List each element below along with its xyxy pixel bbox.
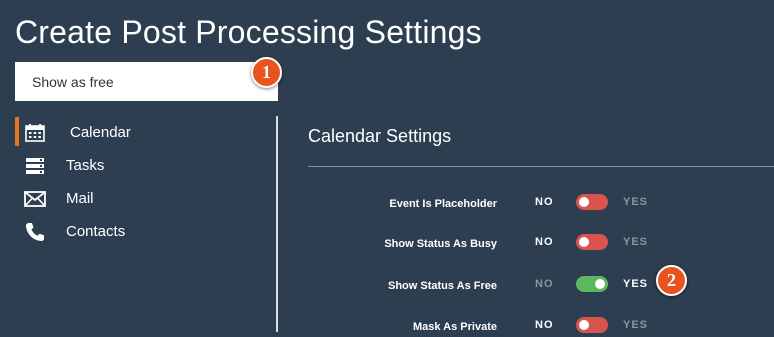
setting-label: Show Status As Busy	[384, 238, 497, 250]
sidebar-item-tasks[interactable]: Tasks	[15, 149, 265, 182]
toggle-knob	[595, 279, 605, 289]
show-status-as-busy-toggle[interactable]	[576, 234, 608, 250]
mail-icon	[23, 189, 47, 209]
sidebar-item-contacts[interactable]: Contacts	[15, 215, 265, 248]
toggle-knob	[579, 237, 589, 247]
show-status-as-free-toggle[interactable]	[576, 276, 608, 292]
setting-label: Show Status As Free	[387, 280, 497, 292]
yes-option[interactable]: YES	[623, 278, 648, 290]
calendar-icon	[23, 123, 47, 143]
section-title: Calendar Settings	[308, 126, 452, 146]
toggle-knob	[579, 197, 589, 207]
setting-row-event-is-placeholder: Event Is Placeholder NO YES	[300, 194, 774, 214]
no-option[interactable]: NO	[535, 319, 554, 331]
sidebar-item-label: Calendar	[70, 124, 131, 141]
callout-badge-1: 1	[251, 57, 282, 88]
mask-as-private-toggle[interactable]	[576, 317, 608, 333]
setting-row-mask-as-private: Mask As Private NO YES	[300, 317, 774, 337]
sidebar-item-mail[interactable]: Mail	[15, 182, 265, 215]
sidebar-item-label: Contacts	[66, 223, 126, 240]
setting-label: Event Is Placeholder	[389, 198, 497, 210]
tasks-icon	[23, 156, 47, 176]
phone-icon	[23, 222, 47, 242]
toggle-knob	[579, 320, 589, 330]
event-is-placeholder-toggle[interactable]	[576, 194, 608, 210]
sidebar-item-calendar[interactable]: Calendar	[15, 116, 265, 149]
settings-name-input[interactable]	[15, 62, 278, 101]
no-option[interactable]: NO	[535, 196, 554, 208]
setting-row-show-status-as-free: Show Status As Free NO YES	[300, 276, 774, 296]
vertical-divider	[276, 116, 278, 332]
section-divider	[308, 166, 774, 167]
yes-option[interactable]: YES	[623, 236, 648, 248]
sidebar-item-label: Tasks	[66, 157, 105, 174]
sidebar-item-label: Mail	[66, 190, 94, 207]
sidebar: Calendar Tasks Mail Contacts	[15, 116, 265, 248]
setting-row-show-status-as-busy: Show Status As Busy NO YES	[300, 234, 774, 254]
callout-badge-2: 2	[656, 265, 687, 296]
no-option[interactable]: NO	[535, 236, 554, 248]
yes-option[interactable]: YES	[623, 196, 648, 208]
yes-option[interactable]: YES	[623, 319, 648, 331]
setting-label: Mask As Private	[413, 321, 497, 333]
no-option[interactable]: NO	[535, 278, 554, 290]
page-title: Create Post Processing Settings	[15, 14, 482, 50]
